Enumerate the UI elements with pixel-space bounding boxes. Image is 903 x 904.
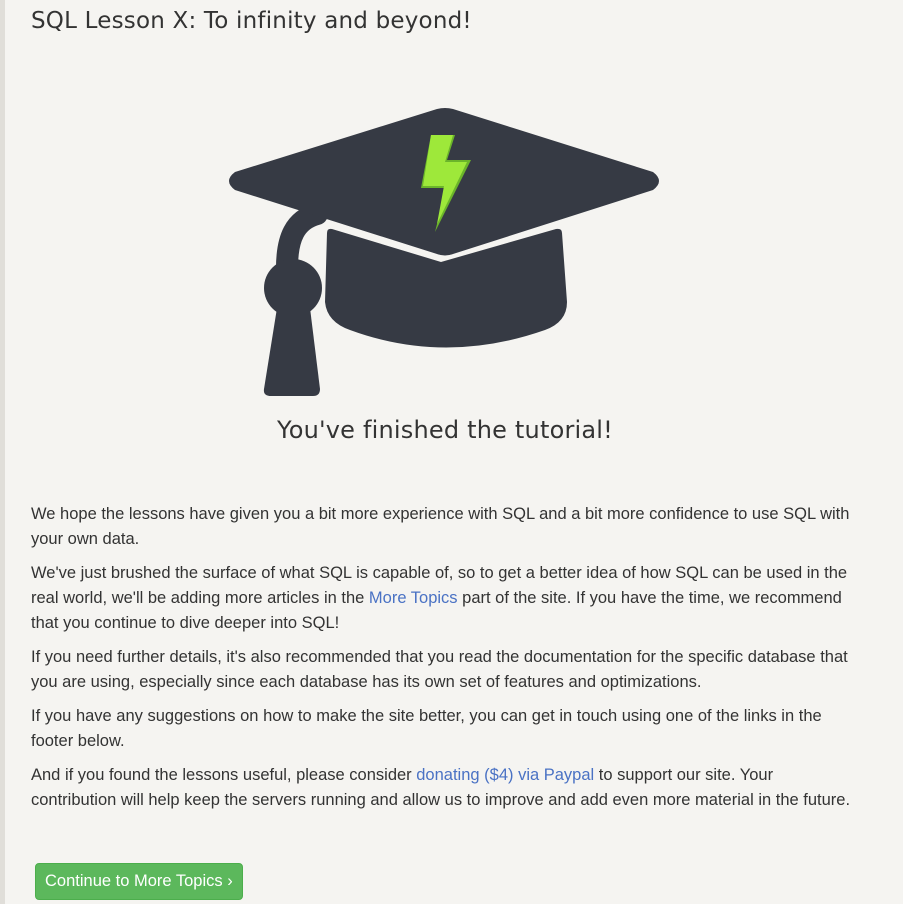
paragraph-documentation: If you need further details, it's also r… — [31, 648, 848, 691]
continue-to-more-topics-button[interactable]: Continue to More Topics › — [35, 863, 243, 900]
paragraph-experience: We hope the lessons have given you a bit… — [31, 505, 850, 548]
lesson-content: We hope the lessons have given you a bit… — [31, 502, 861, 822]
tassel — [263, 308, 320, 396]
more-topics-link[interactable]: More Topics — [369, 589, 458, 607]
paragraph-more-topics: We've just brushed the surface of what S… — [31, 564, 848, 632]
paragraph-suggestions: If you have any suggestions on how to ma… — [31, 707, 822, 750]
paragraph-donate: And if you found the lessons useful, ple… — [31, 766, 851, 809]
graduation-cap-icon — [229, 108, 659, 396]
completion-message: You've finished the tutorial! — [277, 416, 613, 444]
lesson-page: SQL Lesson X: To infinity and beyond! Yo… — [0, 0, 903, 904]
donate-paypal-link[interactable]: donating ($4) via Paypal — [416, 766, 594, 784]
